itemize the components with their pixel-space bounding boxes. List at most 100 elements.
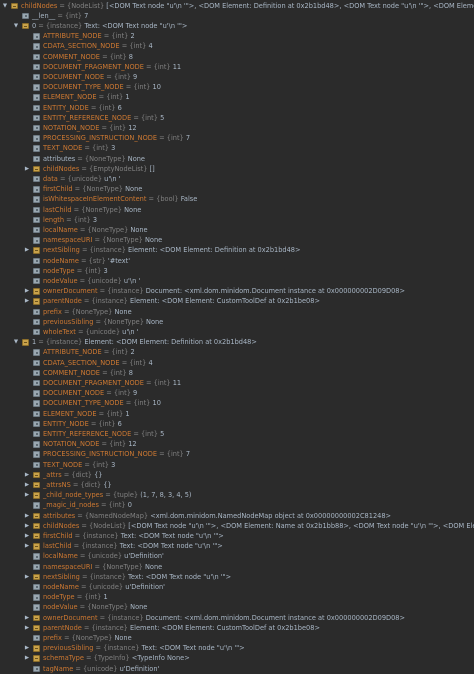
variable-row[interactable]: PROCESSING_INSTRUCTION_NODE = {int} 7 (0, 133, 474, 143)
variable-row[interactable]: CDATA_SECTION_NODE = {int} 4 (0, 41, 474, 51)
variable-row[interactable]: prefix = {NoneType} None (0, 633, 474, 643)
variable-row[interactable]: CDATA_SECTION_NODE = {int} 4 (0, 358, 474, 368)
variable-row[interactable]: nodeName = {str} '#text' (0, 256, 474, 266)
variables-tree[interactable]: ▼ childNodes = {NodeList} [<DOM Text node… (0, 0, 474, 673)
variable-row[interactable]: ENTITY_REFERENCE_NODE = {int} 5 (0, 429, 474, 439)
variable-row[interactable]: NOTATION_NODE = {int} 12 (0, 439, 474, 449)
variable-row[interactable]: ▶ ownerDocument = {instance} Document: <x… (0, 286, 474, 296)
variable-row[interactable]: previousSibling = {NoneType} None (0, 317, 474, 327)
variable-row[interactable]: ▶ childNodes = {NodeList} [<DOM Text node… (0, 521, 474, 531)
variable-row[interactable]: PROCESSING_INSTRUCTION_NODE = {int} 7 (0, 449, 474, 459)
variable-row[interactable]: ▶ _attrsNS = {dict} {} (0, 480, 474, 490)
variable-row[interactable]: nodeType = {int} 3 (0, 266, 474, 276)
variable-row[interactable]: DOCUMENT_NODE = {int} 9 (0, 388, 474, 398)
variable-row[interactable]: ▶ ownerDocument = {instance} Document: <x… (0, 613, 474, 623)
expand-arrow-down-icon[interactable]: ▼ (2, 1, 8, 11)
variable-row[interactable]: namespaceURI = {NoneType} None (0, 235, 474, 245)
expand-arrow-right-icon[interactable]: ▶ (24, 572, 30, 582)
variable-row[interactable]: ▶ nextSibling = {instance} Text: <DOM Tex… (0, 572, 474, 582)
variable-row[interactable]: isWhitespaceInElementContent = {bool} Fa… (0, 194, 474, 204)
expand-arrow-right-icon[interactable]: ▶ (24, 480, 30, 490)
variable-value: None (146, 317, 164, 326)
variable-row[interactable]: DOCUMENT_FRAGMENT_NODE = {int} 11 (0, 378, 474, 388)
variable-row[interactable]: nodeType = {int} 1 (0, 592, 474, 602)
variable-row[interactable]: nodeValue = {NoneType} None (0, 602, 474, 612)
expand-arrow-right-icon[interactable]: ▶ (24, 245, 30, 255)
expand-arrow-right-icon[interactable]: ▶ (24, 296, 30, 306)
variable-row[interactable]: namespaceURI = {NoneType} None (0, 562, 474, 572)
variable-row[interactable]: prefix = {NoneType} None (0, 307, 474, 317)
variable-row[interactable]: TEXT_NODE = {int} 3 (0, 143, 474, 153)
equals-sign: = (81, 297, 92, 306)
variable-row[interactable]: localName = {unicode} u'Definition' (0, 551, 474, 561)
variable-row[interactable]: ELEMENT_NODE = {int} 1 (0, 409, 474, 419)
expand-arrow-down-icon[interactable]: ▼ (13, 21, 19, 31)
variable-type: {int} (129, 42, 147, 51)
variable-name: nodeValue (43, 276, 78, 285)
variable-row[interactable]: ▶ schemaType = {TypeInfo} <TypeInfo None> (0, 653, 474, 663)
variable-row[interactable]: ▼ childNodes = {NodeList} [<DOM Text node… (0, 1, 474, 11)
variable-row[interactable]: ENTITY_REFERENCE_NODE = {int} 5 (0, 113, 474, 123)
variable-row[interactable]: DOCUMENT_TYPE_NODE = {int} 10 (0, 82, 474, 92)
variable-type: {int} (129, 358, 147, 367)
field-icon (33, 461, 40, 468)
variable-text: TEXT_NODE = {int} 3 (43, 460, 115, 470)
expand-arrow-right-icon[interactable]: ▶ (24, 164, 30, 174)
variable-type: {int} (109, 440, 127, 449)
variable-row[interactable]: ▶ childNodes = {EmptyNodeList} [] (0, 164, 474, 174)
variable-row[interactable]: ▶ previousSibling = {instance} Text: <DOM… (0, 643, 474, 653)
variable-row[interactable]: ENTITY_NODE = {int} 6 (0, 103, 474, 113)
variable-row[interactable]: DOCUMENT_FRAGMENT_NODE = {int} 11 (0, 62, 474, 72)
variable-row[interactable]: COMMENT_NODE = {int} 8 (0, 368, 474, 378)
variable-row[interactable]: ELEMENT_NODE = {int} 1 (0, 92, 474, 102)
variable-row[interactable]: COMMENT_NODE = {int} 8 (0, 52, 474, 62)
expand-arrow-right-icon[interactable]: ▶ (24, 613, 30, 623)
expand-arrow-right-icon[interactable]: ▶ (24, 286, 30, 296)
variable-row[interactable]: lastChild = {NoneType} None (0, 205, 474, 215)
variable-text: firstChild = {NoneType} None (43, 184, 142, 194)
variable-row[interactable]: ▶ nextSibling = {instance} Element: <DOM … (0, 245, 474, 255)
expand-arrow-down-icon[interactable]: ▼ (13, 337, 19, 347)
variable-row[interactable]: ▶ _attrs = {dict} {} (0, 470, 474, 480)
variable-type: {NoneType} (102, 562, 143, 571)
expand-arrow-right-icon[interactable]: ▶ (24, 653, 30, 663)
variable-row[interactable]: ▼ 0 = {instance} Text: <DOM Text node "u'… (0, 21, 474, 31)
variable-row[interactable]: ▶ _child_node_types = {tuple} (1, 7, 8, 3… (0, 490, 474, 500)
variable-row[interactable]: ATTRIBUTE_NODE = {int} 2 (0, 347, 474, 357)
variable-row[interactable]: attributes = {NoneType} None (0, 154, 474, 164)
variable-row[interactable]: ▶ attributes = {NamedNodeMap} <xml.dom.mi… (0, 511, 474, 521)
variable-row[interactable]: DOCUMENT_TYPE_NODE = {int} 10 (0, 398, 474, 408)
variable-row[interactable]: __len__ = {int} 7 (0, 11, 474, 21)
expand-arrow-right-icon[interactable]: ▶ (24, 623, 30, 633)
variable-row[interactable]: ▶ parentNode = {instance} Element: <DOM E… (0, 296, 474, 306)
variable-row[interactable]: firstChild = {NoneType} None (0, 184, 474, 194)
variable-row[interactable]: ENTITY_NODE = {int} 6 (0, 419, 474, 429)
expand-arrow-right-icon[interactable]: ▶ (24, 541, 30, 551)
variable-row[interactable]: _magic_id_nodes = {int} 0 (0, 500, 474, 510)
variable-row[interactable]: ▼ 1 = {instance} Element: <DOM Element: D… (0, 337, 474, 347)
variable-row[interactable]: ▶ firstChild = {instance} Text: <DOM Text… (0, 531, 474, 541)
equals-sign: = (93, 317, 104, 326)
variable-row[interactable]: DOCUMENT_NODE = {int} 9 (0, 72, 474, 82)
variable-row[interactable]: nodeName = {unicode} u'Definition' (0, 582, 474, 592)
variable-row[interactable]: tagName = {unicode} u'Definition' (0, 664, 474, 674)
expand-arrow-right-icon[interactable]: ▶ (24, 643, 30, 653)
variable-row[interactable]: data = {unicode} u'\n ' (0, 174, 474, 184)
variable-name: ownerDocument (43, 287, 98, 296)
expand-arrow-right-icon[interactable]: ▶ (24, 470, 30, 480)
field-icon (33, 124, 40, 132)
expand-arrow-right-icon[interactable]: ▶ (24, 490, 30, 500)
variable-row[interactable]: localName = {NoneType} None (0, 225, 474, 235)
variable-row[interactable]: ▶ parentNode = {instance} Element: <DOM E… (0, 623, 474, 633)
variable-row[interactable]: ▶ lastChild = {instance} Text: <DOM Text … (0, 541, 474, 551)
expand-arrow-right-icon[interactable]: ▶ (24, 511, 30, 521)
variable-row[interactable]: length = {int} 3 (0, 215, 474, 225)
variable-row[interactable]: NOTATION_NODE = {int} 12 (0, 123, 474, 133)
variable-row[interactable]: nodeValue = {unicode} u'\n ' (0, 276, 474, 286)
variable-row[interactable]: wholeText = {unicode} u'\n ' (0, 327, 474, 337)
expand-arrow-right-icon[interactable]: ▶ (24, 521, 30, 531)
variable-row[interactable]: ATTRIBUTE_NODE = {int} 2 (0, 31, 474, 41)
expand-arrow-right-icon[interactable]: ▶ (24, 531, 30, 541)
variable-value: 7 (185, 134, 191, 143)
variable-row[interactable]: TEXT_NODE = {int} 3 (0, 460, 474, 470)
